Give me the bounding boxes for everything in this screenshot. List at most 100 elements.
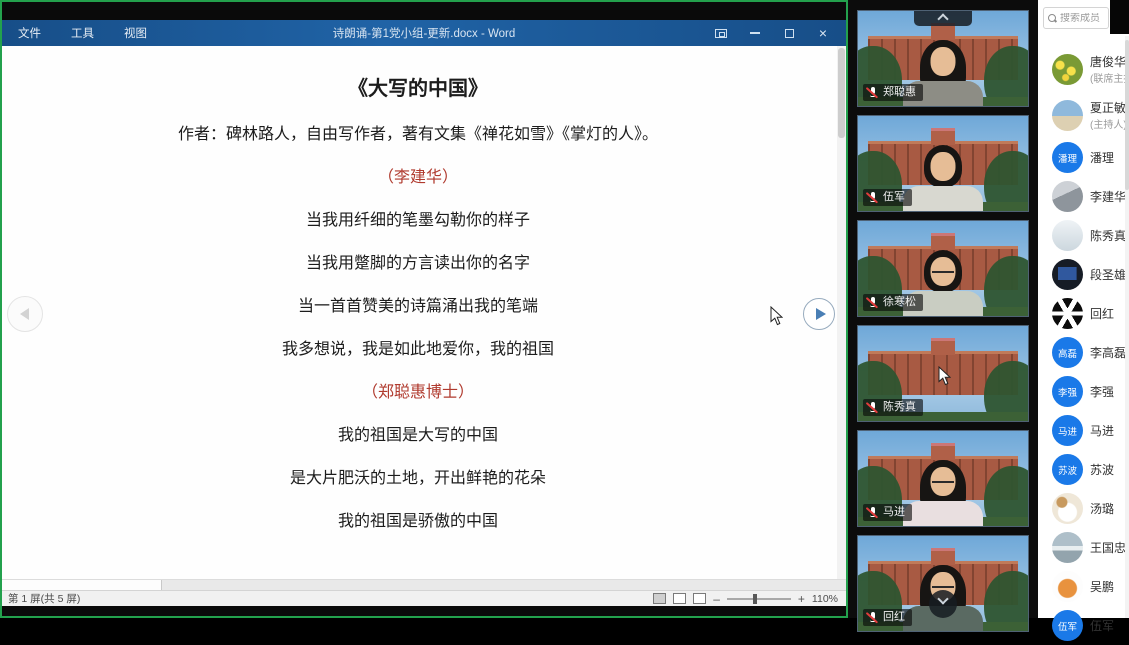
participant-figure <box>901 145 985 211</box>
chevron-up-icon <box>937 13 949 25</box>
member-row[interactable]: 唐俊华 (联席主持人) <box>1038 46 1129 92</box>
vertical-scrollbar[interactable] <box>837 46 846 579</box>
member-rows: 唐俊华 (联席主持人) 夏正敏 (主持人) 潘理潘理李建华陈秀真段圣雄回红高磊李高磊李强… <box>1038 46 1129 645</box>
member-row[interactable]: 夏正敏 (主持人) <box>1038 92 1129 138</box>
member-row[interactable]: 伍军 伍军 <box>1038 606 1129 645</box>
shirt <box>903 186 983 211</box>
avatar <box>1052 493 1083 524</box>
participant-label: 马进 <box>863 503 912 521</box>
video-tile[interactable]: 徐寒松 <box>857 220 1029 317</box>
video-tile[interactable]: 郑聪惠 <box>857 10 1029 107</box>
left-arrow-icon <box>19 308 29 320</box>
member-row[interactable]: 苏波 苏波 <box>1038 450 1129 489</box>
video-tile[interactable]: 陈秀真 <box>857 325 1029 422</box>
participant-name: 回红 <box>883 610 905 623</box>
member-row[interactable]: 李强 李强 <box>1038 372 1129 411</box>
muted-mic-icon <box>867 191 879 203</box>
member-scrollbar-thumb[interactable] <box>1125 40 1129 190</box>
muted-mic-icon <box>867 611 879 623</box>
member-row[interactable]: 王国忠 <box>1038 528 1129 567</box>
doc-line: 我的祖国是骄傲的中国 <box>337 511 498 530</box>
member-name: 马进 <box>1090 424 1115 438</box>
member-search[interactable] <box>1043 7 1109 29</box>
avatar <box>1052 298 1083 329</box>
participant-label: 徐寒松 <box>863 293 923 311</box>
ribbon-display-button[interactable] <box>704 21 738 45</box>
face <box>930 47 956 76</box>
participant-label: 伍军 <box>863 188 912 206</box>
zoom-in-button[interactable]: + <box>798 593 805 605</box>
search-input[interactable] <box>1060 12 1104 24</box>
doc-line: 当我用纤细的笔墨勾勒你的样子 <box>305 210 530 229</box>
doc-line: 我的祖国是大写的中国 <box>337 425 498 444</box>
minimize-button[interactable] <box>738 21 772 45</box>
member-row[interactable]: 陈秀真 <box>1038 216 1129 255</box>
next-page-button[interactable] <box>803 298 835 330</box>
member-row[interactable]: 潘理 潘理 <box>1038 138 1129 177</box>
zoom-out-button[interactable]: – <box>713 593 720 605</box>
minimize-icon <box>750 32 760 34</box>
web-layout-button[interactable] <box>693 593 707 604</box>
video-tiles: 郑聪惠伍军徐寒松陈秀真马进回红 <box>857 10 1029 632</box>
building-tower <box>931 233 955 251</box>
menu-item[interactable]: 工具 <box>71 25 94 41</box>
member-row[interactable]: 回红 <box>1038 294 1129 333</box>
member-row[interactable]: 马进 马进 <box>1038 411 1129 450</box>
member-row[interactable]: 高磊 李高磊 <box>1038 333 1129 372</box>
member-info: 段圣雄 <box>1090 266 1126 283</box>
scroll-down-indicator[interactable] <box>929 590 957 618</box>
chevron-down-icon <box>937 593 949 605</box>
doc-line: （李建华） <box>377 167 458 186</box>
avatar: 伍军 <box>1052 610 1083 641</box>
face <box>930 152 956 181</box>
avatar: 马进 <box>1052 415 1083 446</box>
avatar <box>1052 259 1083 290</box>
member-info: 陈秀真 <box>1090 227 1126 244</box>
member-name: 王国忠 <box>1090 541 1127 555</box>
horizontal-scrollbar[interactable] <box>2 579 846 590</box>
vertical-scrollbar-thumb[interactable] <box>838 48 845 138</box>
muted-mic-icon <box>867 86 879 98</box>
member-row[interactable]: 李建华 <box>1038 177 1129 216</box>
window-controls: × <box>704 21 840 45</box>
building-tower <box>931 443 955 461</box>
status-bar: 第 1 屏(共 5 屏) – + 110% <box>2 590 846 606</box>
video-tile[interactable]: 马进 <box>857 430 1029 527</box>
maximize-button[interactable] <box>772 21 806 45</box>
avatar <box>1052 181 1083 212</box>
member-info: 李建华 <box>1090 188 1126 205</box>
member-name: 汤璐 <box>1090 502 1115 516</box>
doc-line: 《大写的中国》 <box>348 76 488 100</box>
participant-figure <box>901 460 985 526</box>
menu-item[interactable]: 文件 <box>18 25 41 41</box>
doc-line: 当我用蹩脚的方言读出你的名字 <box>305 253 530 272</box>
print-layout-button[interactable] <box>673 593 687 604</box>
muted-mic-icon <box>867 296 879 308</box>
zoom-level: 110% <box>811 592 838 605</box>
member-role: (联席主持人) <box>1090 74 1129 85</box>
member-row[interactable]: 段圣雄 <box>1038 255 1129 294</box>
zoom-slider-handle[interactable] <box>752 593 757 604</box>
member-row[interactable]: 汤璐 <box>1038 489 1129 528</box>
member-name: 伍军 <box>1090 619 1115 633</box>
shirt <box>903 501 983 526</box>
member-name: 唐俊华 <box>1090 55 1127 69</box>
read-mode-button[interactable] <box>653 593 667 604</box>
close-button[interactable]: × <box>806 21 840 45</box>
member-info: 夏正敏 (主持人) <box>1090 99 1127 131</box>
zoom-slider[interactable] <box>726 593 791 604</box>
page-indicator: 第 1 屏(共 5 屏) <box>8 593 81 605</box>
member-row[interactable]: 吴鹏 <box>1038 567 1129 606</box>
menu-item[interactable]: 视图 <box>124 25 147 41</box>
member-name: 李建华 <box>1090 190 1127 204</box>
prev-page-button[interactable] <box>7 296 43 332</box>
member-scrollbar[interactable] <box>1125 36 1129 618</box>
horizontal-scrollbar-thumb[interactable] <box>2 580 162 590</box>
video-tile[interactable]: 伍军 <box>857 115 1029 212</box>
member-name: 陈秀真 <box>1090 229 1127 243</box>
collapse-thumbnails-button[interactable] <box>914 11 972 26</box>
avatar: 李强 <box>1052 376 1083 407</box>
building-tower <box>931 338 955 356</box>
member-info: 苏波 <box>1090 461 1114 478</box>
member-name: 李强 <box>1090 385 1115 399</box>
